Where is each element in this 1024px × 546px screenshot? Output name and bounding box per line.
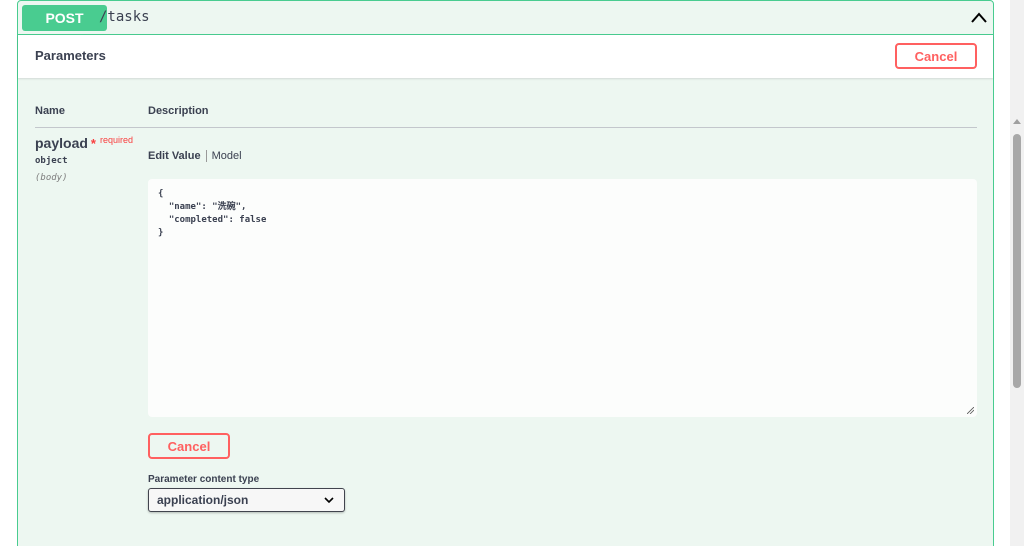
body-editor-textarea[interactable]: { "name": "洗碗", "completed": false } [148,179,977,417]
parameters-header: Parameters Cancel [18,35,993,78]
cancel-button[interactable]: Cancel [895,43,977,69]
parameters-title: Parameters [35,48,106,63]
column-header-description: Description [148,105,209,117]
content-type-select[interactable]: application/json [148,488,345,512]
chevron-down-icon [324,497,334,504]
scroll-up-arrow-icon[interactable] [1013,118,1021,124]
tab-separator [205,150,207,162]
scrollbar-thumb[interactable] [1013,134,1021,388]
required-label: required [100,135,134,145]
content-type-label: Parameter content type [148,474,260,485]
required-star: * [90,136,96,151]
operation-summary[interactable]: POST /tasks [18,1,993,35]
operation-path: /tasks [99,9,150,25]
header-divider [35,127,977,128]
editor-content: { "name": "洗碗", "completed": false } [158,189,267,238]
parameter-type: object [35,156,68,166]
parameter-name-text: payload [35,135,88,151]
resize-grip-icon[interactable] [967,407,974,414]
content-type-value: application/json [157,493,249,507]
chevron-up-icon[interactable] [969,8,989,28]
method-badge: POST [22,5,107,31]
body-cancel-button[interactable]: Cancel [148,433,230,459]
column-header-name: Name [35,105,65,117]
operation-block-post-tasks: POST /tasks Parameters Cancel Name Descr… [17,0,994,546]
parameter-name: payload * [35,135,96,151]
tab-model[interactable]: Model [212,150,242,162]
tab-edit-value[interactable]: Edit Value [148,150,201,162]
body-tabs: Edit Value Model [148,150,242,162]
parameter-location: (body) [35,173,68,183]
